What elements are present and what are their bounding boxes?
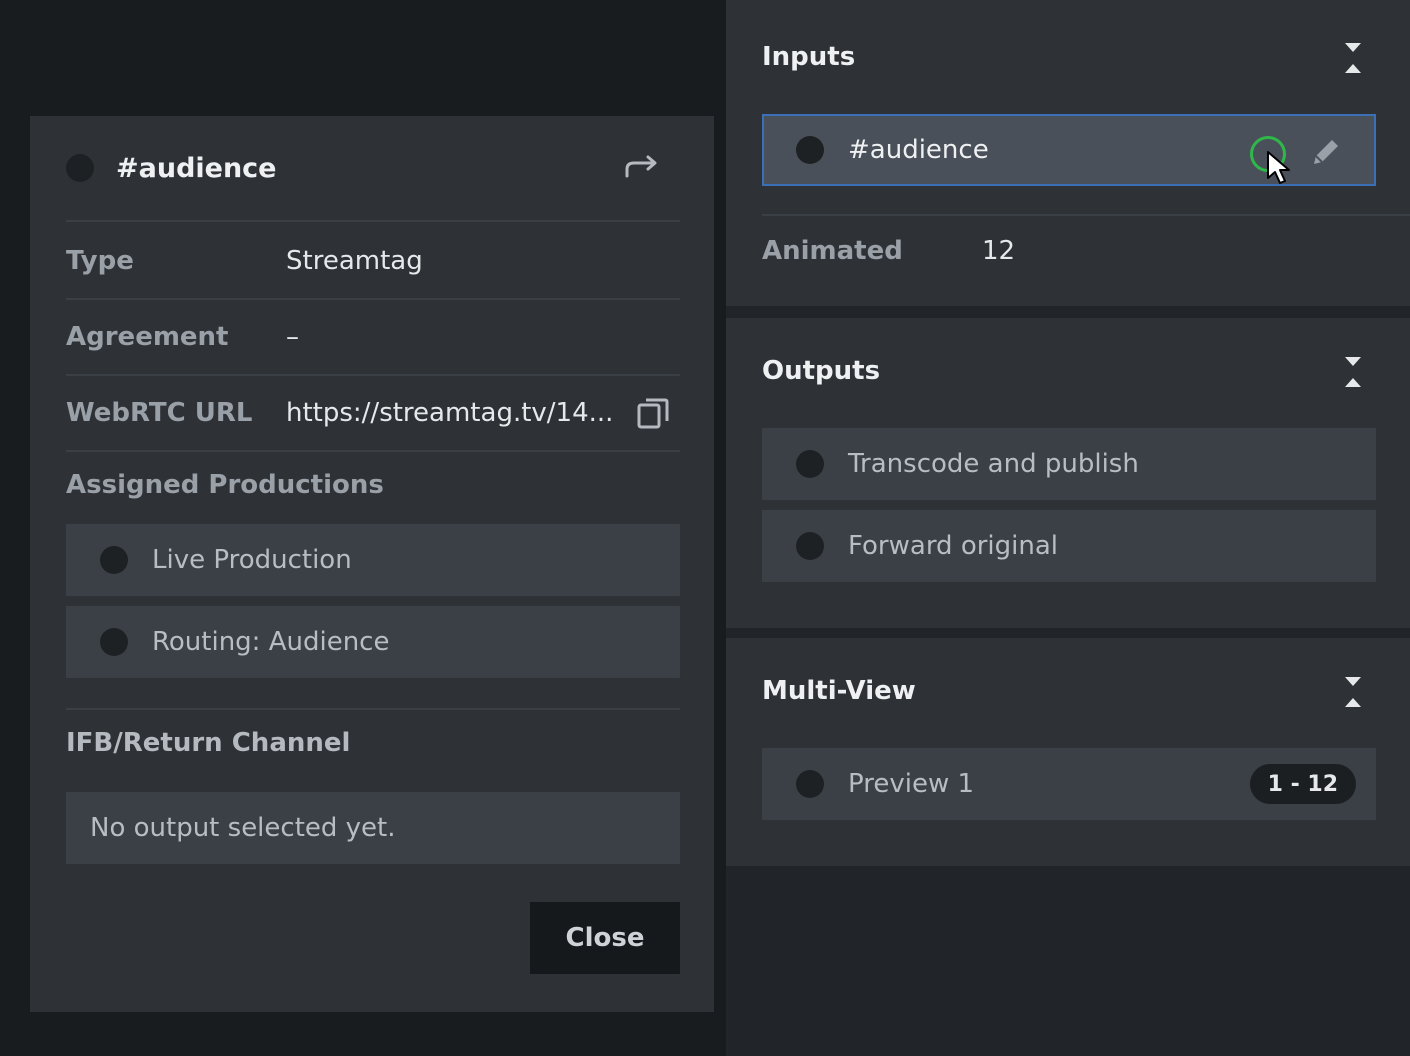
output-item[interactable]: Forward original (762, 510, 1376, 582)
status-dot-icon (100, 628, 128, 656)
animated-label: Animated (762, 236, 903, 266)
outputs-card: Outputs Transcode and publish Forward or… (726, 318, 1410, 628)
right-panel: Inputs #audience Animated 12 Outputs Tra… (726, 0, 1410, 1056)
copy-icon[interactable] (636, 396, 670, 430)
modal-header: #audience (66, 116, 680, 222)
inputs-divider (762, 214, 1410, 216)
inputs-title: Inputs (762, 42, 856, 72)
type-label: Type (66, 246, 134, 276)
output-item[interactable]: Transcode and publish (762, 428, 1376, 500)
info-row-agreement: Agreement – (66, 300, 680, 376)
production-item[interactable]: Routing: Audience (66, 606, 680, 678)
input-item-selected[interactable]: #audience (762, 114, 1376, 186)
webrtc-url-label: WebRTC URL (66, 398, 253, 428)
type-value: Streamtag (286, 246, 423, 276)
output-label: Forward original (848, 531, 1059, 561)
output-label: Transcode and publish (848, 449, 1139, 479)
collapse-expand-icon[interactable] (1344, 674, 1362, 710)
mouse-cursor-icon (1267, 151, 1290, 184)
info-row-webrtc-url: WebRTC URL https://streamtag.tv/14... (66, 376, 680, 452)
inputs-card: Inputs #audience Animated 12 (726, 0, 1410, 306)
multiview-item[interactable]: Preview 1 1 - 12 (762, 748, 1376, 820)
agreement-value: – (286, 322, 299, 352)
assigned-productions-heading: Assigned Productions (66, 470, 384, 500)
production-item[interactable]: Live Production (66, 524, 680, 596)
agreement-label: Agreement (66, 322, 229, 352)
pencil-icon[interactable] (1308, 134, 1344, 170)
modal-title: #audience (116, 152, 277, 184)
status-dot-icon (796, 450, 824, 478)
outputs-title: Outputs (762, 356, 881, 386)
multiview-label: Preview 1 (848, 769, 975, 799)
ifb-empty-state[interactable]: No output selected yet. (66, 792, 680, 864)
input-label: #audience (848, 135, 989, 165)
status-dot-icon (796, 136, 824, 164)
section-divider (66, 708, 680, 710)
status-dot-icon (100, 546, 128, 574)
range-badge: 1 - 12 (1249, 764, 1356, 804)
webrtc-url-value: https://streamtag.tv/14... (286, 398, 614, 428)
multiview-title: Multi-View (762, 676, 916, 706)
multiview-card: Multi-View Preview 1 1 - 12 (726, 638, 1410, 866)
close-button[interactable]: Close (530, 902, 680, 974)
ifb-return-channel-heading: IFB/Return Channel (66, 728, 351, 758)
production-label: Live Production (152, 545, 352, 575)
animated-value: 12 (982, 236, 1016, 266)
production-label: Routing: Audience (152, 627, 390, 657)
collapse-expand-icon[interactable] (1344, 40, 1362, 76)
status-dot-icon (796, 532, 824, 560)
status-dot-icon (66, 154, 94, 182)
streamtag-details-modal: #audience Type Streamtag Agreement – Web… (30, 116, 714, 1012)
info-row-type: Type Streamtag (66, 224, 680, 300)
inputs-meta: Animated 12 (762, 236, 1015, 266)
status-dot-icon (796, 770, 824, 798)
collapse-expand-icon[interactable] (1344, 354, 1362, 390)
share-arrow-icon[interactable] (624, 152, 660, 182)
